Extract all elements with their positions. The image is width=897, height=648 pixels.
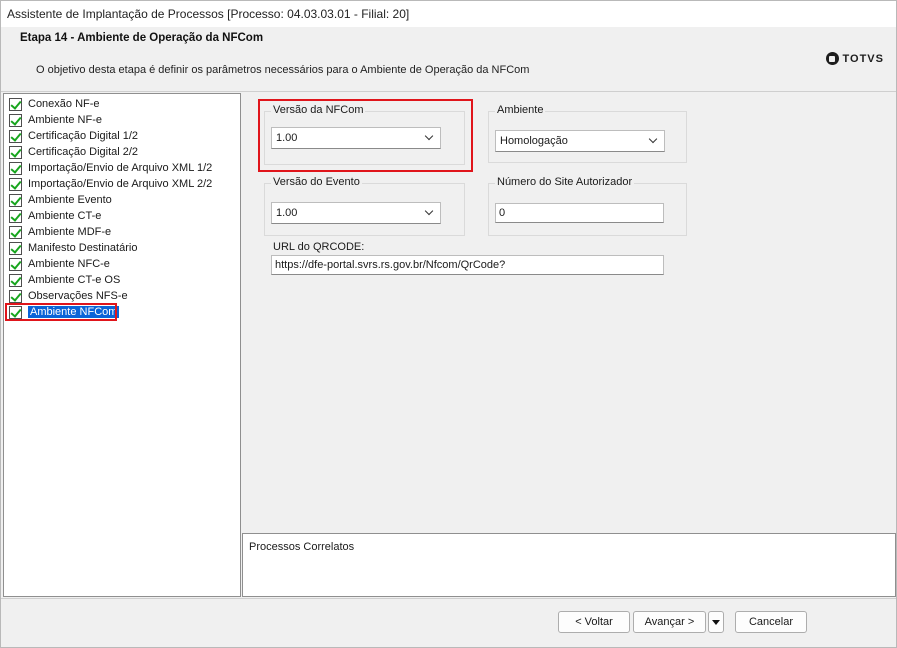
checkbox-checked-icon[interactable] [9,129,22,143]
window-title: Assistente de Implantação de Processos [… [7,7,410,21]
step-item-ambiente-mdfe[interactable]: Ambiente MDF-e [4,224,240,240]
processos-correlatos-label: Processos Correlatos [249,541,355,553]
chevron-down-icon [424,207,434,217]
checkbox-checked-icon[interactable] [9,161,22,175]
step-item-label: Ambiente NFC-e [28,258,110,270]
processos-correlatos-panel: Processos Correlatos [242,533,896,597]
checkbox-checked-icon[interactable] [9,209,22,223]
step-item-ambiente-cte-os[interactable]: Ambiente CT-e OS [4,272,240,288]
ambiente-label: Ambiente [495,104,546,116]
checkbox-checked-icon[interactable] [9,241,22,255]
step-item-label: Certificação Digital 2/2 [28,146,139,158]
numero-site-value: 0 [499,207,506,219]
step-item-label: Importação/Envio de Arquivo XML 2/2 [28,178,213,190]
step-item-label: Ambiente NFCom [28,306,120,318]
step-form: Versão da NFCom 1.00 Ambiente Homologaçã… [242,93,896,533]
step-item-conexao-nfe[interactable]: Conexão NF-e [4,96,240,112]
versao-evento-label: Versão do Evento [271,176,362,188]
step-item-xml-2[interactable]: Importação/Envio de Arquivo XML 2/2 [4,176,240,192]
step-item-label: Importação/Envio de Arquivo XML 1/2 [28,162,213,174]
checkbox-checked-icon[interactable] [9,225,22,239]
checkbox-checked-icon[interactable] [9,257,22,271]
step-item-label: Ambiente NF-e [28,114,102,126]
header-divider [1,91,896,92]
step-item-certificacao-1[interactable]: Certificação Digital 1/2 [4,128,240,144]
cancel-button[interactable]: Cancelar [735,611,807,633]
step-item-label: Ambiente CT-e OS [28,274,121,286]
step-description: O objetivo desta etapa é definir os parâ… [36,64,530,76]
step-item-label: Observações NFS-e [28,290,128,302]
step-item-label: Ambiente MDF-e [28,226,112,238]
checkbox-checked-icon[interactable] [9,97,22,111]
checkbox-checked-icon[interactable] [9,177,22,191]
step-item-ambiente-nfe[interactable]: Ambiente NF-e [4,112,240,128]
url-qrcode-label: URL do QRCODE: [273,241,365,253]
checkbox-checked-icon[interactable] [9,289,22,303]
chevron-down-icon [648,135,658,145]
title-bar: Assistente de Implantação de Processos [… [1,1,896,27]
step-item-label: Certificação Digital 1/2 [28,130,139,142]
highlight-box-versao-nfcom [258,99,473,172]
totvs-logo: TOTVS [825,52,884,65]
url-qrcode-value: https://dfe-portal.svrs.rs.gov.br/Nfcom/… [275,259,506,271]
step-item-xml-1[interactable]: Importação/Envio de Arquivo XML 1/2 [4,160,240,176]
url-qrcode-input[interactable]: https://dfe-portal.svrs.rs.gov.br/Nfcom/… [271,255,664,275]
step-item-certificacao-2[interactable]: Certificação Digital 2/2 [4,144,240,160]
checkbox-checked-icon[interactable] [9,193,22,207]
step-item-ambiente-nfce[interactable]: Ambiente NFC-e [4,256,240,272]
step-item-label: Conexão NF-e [28,98,100,110]
next-button[interactable]: Avançar > [633,611,706,633]
wizard-window: Assistente de Implantação de Processos [… [0,0,897,648]
step-item-label: Manifesto Destinatário [28,242,138,254]
numero-site-input[interactable]: 0 [495,203,664,223]
checkbox-checked-icon[interactable] [9,305,22,319]
ambiente-select[interactable]: Homologação [495,130,665,152]
step-item-label: Ambiente CT-e [28,210,102,222]
ambiente-value: Homologação [500,135,568,147]
step-item-manifesto[interactable]: Manifesto Destinatário [4,240,240,256]
next-dropdown-button[interactable] [708,611,724,633]
totvs-logo-icon [825,52,839,65]
steps-list: Conexão NF-e Ambiente NF-e Certificação … [3,93,241,597]
step-item-ambiente-nfcom[interactable]: Ambiente NFCom [5,303,120,321]
step-header: Etapa 14 - Ambiente de Operação da NFCom… [1,27,896,91]
step-item-observacoes-nfse[interactable]: Observações NFS-e [4,288,240,304]
versao-evento-value: 1.00 [276,207,298,219]
step-item-ambiente-evento[interactable]: Ambiente Evento [4,192,240,208]
checkbox-checked-icon[interactable] [9,273,22,287]
versao-evento-select[interactable]: 1.00 [271,202,441,224]
checkbox-checked-icon[interactable] [9,145,22,159]
checkbox-checked-icon[interactable] [9,113,22,127]
step-item-ambiente-cte[interactable]: Ambiente CT-e [4,208,240,224]
step-item-label: Ambiente Evento [28,194,112,206]
step-title: Etapa 14 - Ambiente de Operação da NFCom [20,32,264,44]
back-button[interactable]: < Voltar [558,611,630,633]
numero-site-label: Número do Site Autorizador [495,176,635,188]
footer-divider [1,598,896,599]
logo-text: TOTVS [842,52,884,65]
